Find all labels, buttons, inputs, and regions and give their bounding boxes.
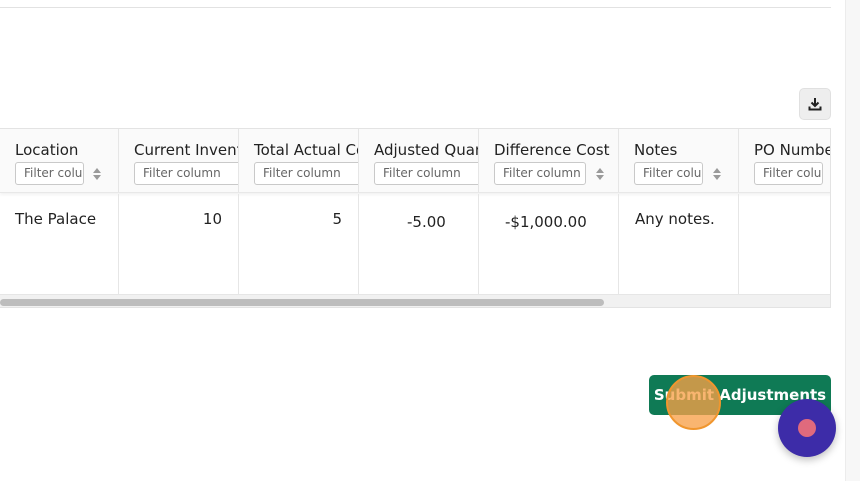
chat-launcher-button[interactable] bbox=[778, 399, 836, 457]
column-title: Location bbox=[15, 141, 79, 159]
column-title: Current Inventory bbox=[134, 141, 238, 159]
table-cell-column[interactable]: -$1,000.00 bbox=[479, 194, 619, 294]
page-scrollbar[interactable] bbox=[845, 0, 860, 481]
filter-input-location[interactable]: Filter column bbox=[15, 162, 84, 185]
table-cell-column[interactable]: -5.00 bbox=[359, 194, 479, 294]
click-indicator bbox=[666, 375, 721, 430]
cell-notes: Any notes. bbox=[635, 210, 715, 228]
table-cell-column[interactable]: Any notes. bbox=[619, 194, 739, 294]
filter-input-adjusted-quantity[interactable]: Filter column bbox=[374, 162, 478, 185]
cell-adjusted-quantity: -5.00 bbox=[407, 213, 446, 231]
cell-location: The Palace bbox=[15, 210, 97, 228]
cell-total-actual-cost: 5 bbox=[332, 210, 342, 228]
download-icon bbox=[808, 98, 822, 111]
table-cell-column[interactable]: 5 bbox=[239, 194, 359, 294]
table-body: The Palace 10 5 -5.00 -$1,000.00 Any not… bbox=[0, 194, 830, 294]
column-header-po-number[interactable]: PO Number Filter column bbox=[739, 129, 830, 192]
sort-icon[interactable] bbox=[595, 167, 605, 181]
chat-icon bbox=[798, 419, 816, 437]
cell-current-inventory: 10 bbox=[202, 210, 222, 228]
column-title: PO Number bbox=[754, 141, 830, 159]
filter-input-po-number[interactable]: Filter column bbox=[754, 162, 823, 185]
column-title: Adjusted Quantity bbox=[374, 141, 478, 159]
table-cell-column[interactable]: 10 bbox=[119, 194, 239, 294]
table-cell-column[interactable] bbox=[739, 194, 830, 294]
column-title: Total Actual Cost bbox=[254, 141, 358, 159]
column-header-difference-cost[interactable]: Difference Cost Filter column bbox=[479, 129, 619, 192]
column-title: Notes bbox=[634, 141, 678, 159]
table-row[interactable]: The Palace bbox=[0, 194, 119, 294]
sort-icon[interactable] bbox=[712, 167, 722, 181]
column-header-total-actual-cost[interactable]: Total Actual Cost Filter column bbox=[239, 129, 359, 192]
column-header-adjusted-quantity[interactable]: Adjusted Quantity Filter column bbox=[359, 129, 479, 192]
horizontal-scrollbar[interactable] bbox=[0, 294, 830, 307]
adjustments-table: Location Filter column Current Inventory… bbox=[0, 128, 831, 308]
download-button[interactable] bbox=[799, 88, 831, 120]
column-header-notes[interactable]: Notes Filter column bbox=[619, 129, 739, 192]
cell-difference-cost: -$1,000.00 bbox=[505, 213, 587, 231]
filter-input-total-actual-cost[interactable]: Filter column bbox=[254, 162, 358, 185]
section-divider bbox=[0, 7, 831, 8]
filter-input-current-inventory[interactable]: Filter column bbox=[134, 162, 238, 185]
column-title: Difference Cost bbox=[494, 141, 610, 159]
column-header-current-inventory[interactable]: Current Inventory Filter column bbox=[119, 129, 239, 192]
sort-icon[interactable] bbox=[92, 167, 102, 181]
horizontal-scrollbar-thumb[interactable] bbox=[0, 299, 604, 306]
filter-input-notes[interactable]: Filter column bbox=[634, 162, 703, 185]
column-header-location[interactable]: Location Filter column bbox=[0, 129, 119, 192]
table-header: Location Filter column Current Inventory… bbox=[0, 129, 830, 193]
filter-input-difference-cost[interactable]: Filter column bbox=[494, 162, 586, 185]
